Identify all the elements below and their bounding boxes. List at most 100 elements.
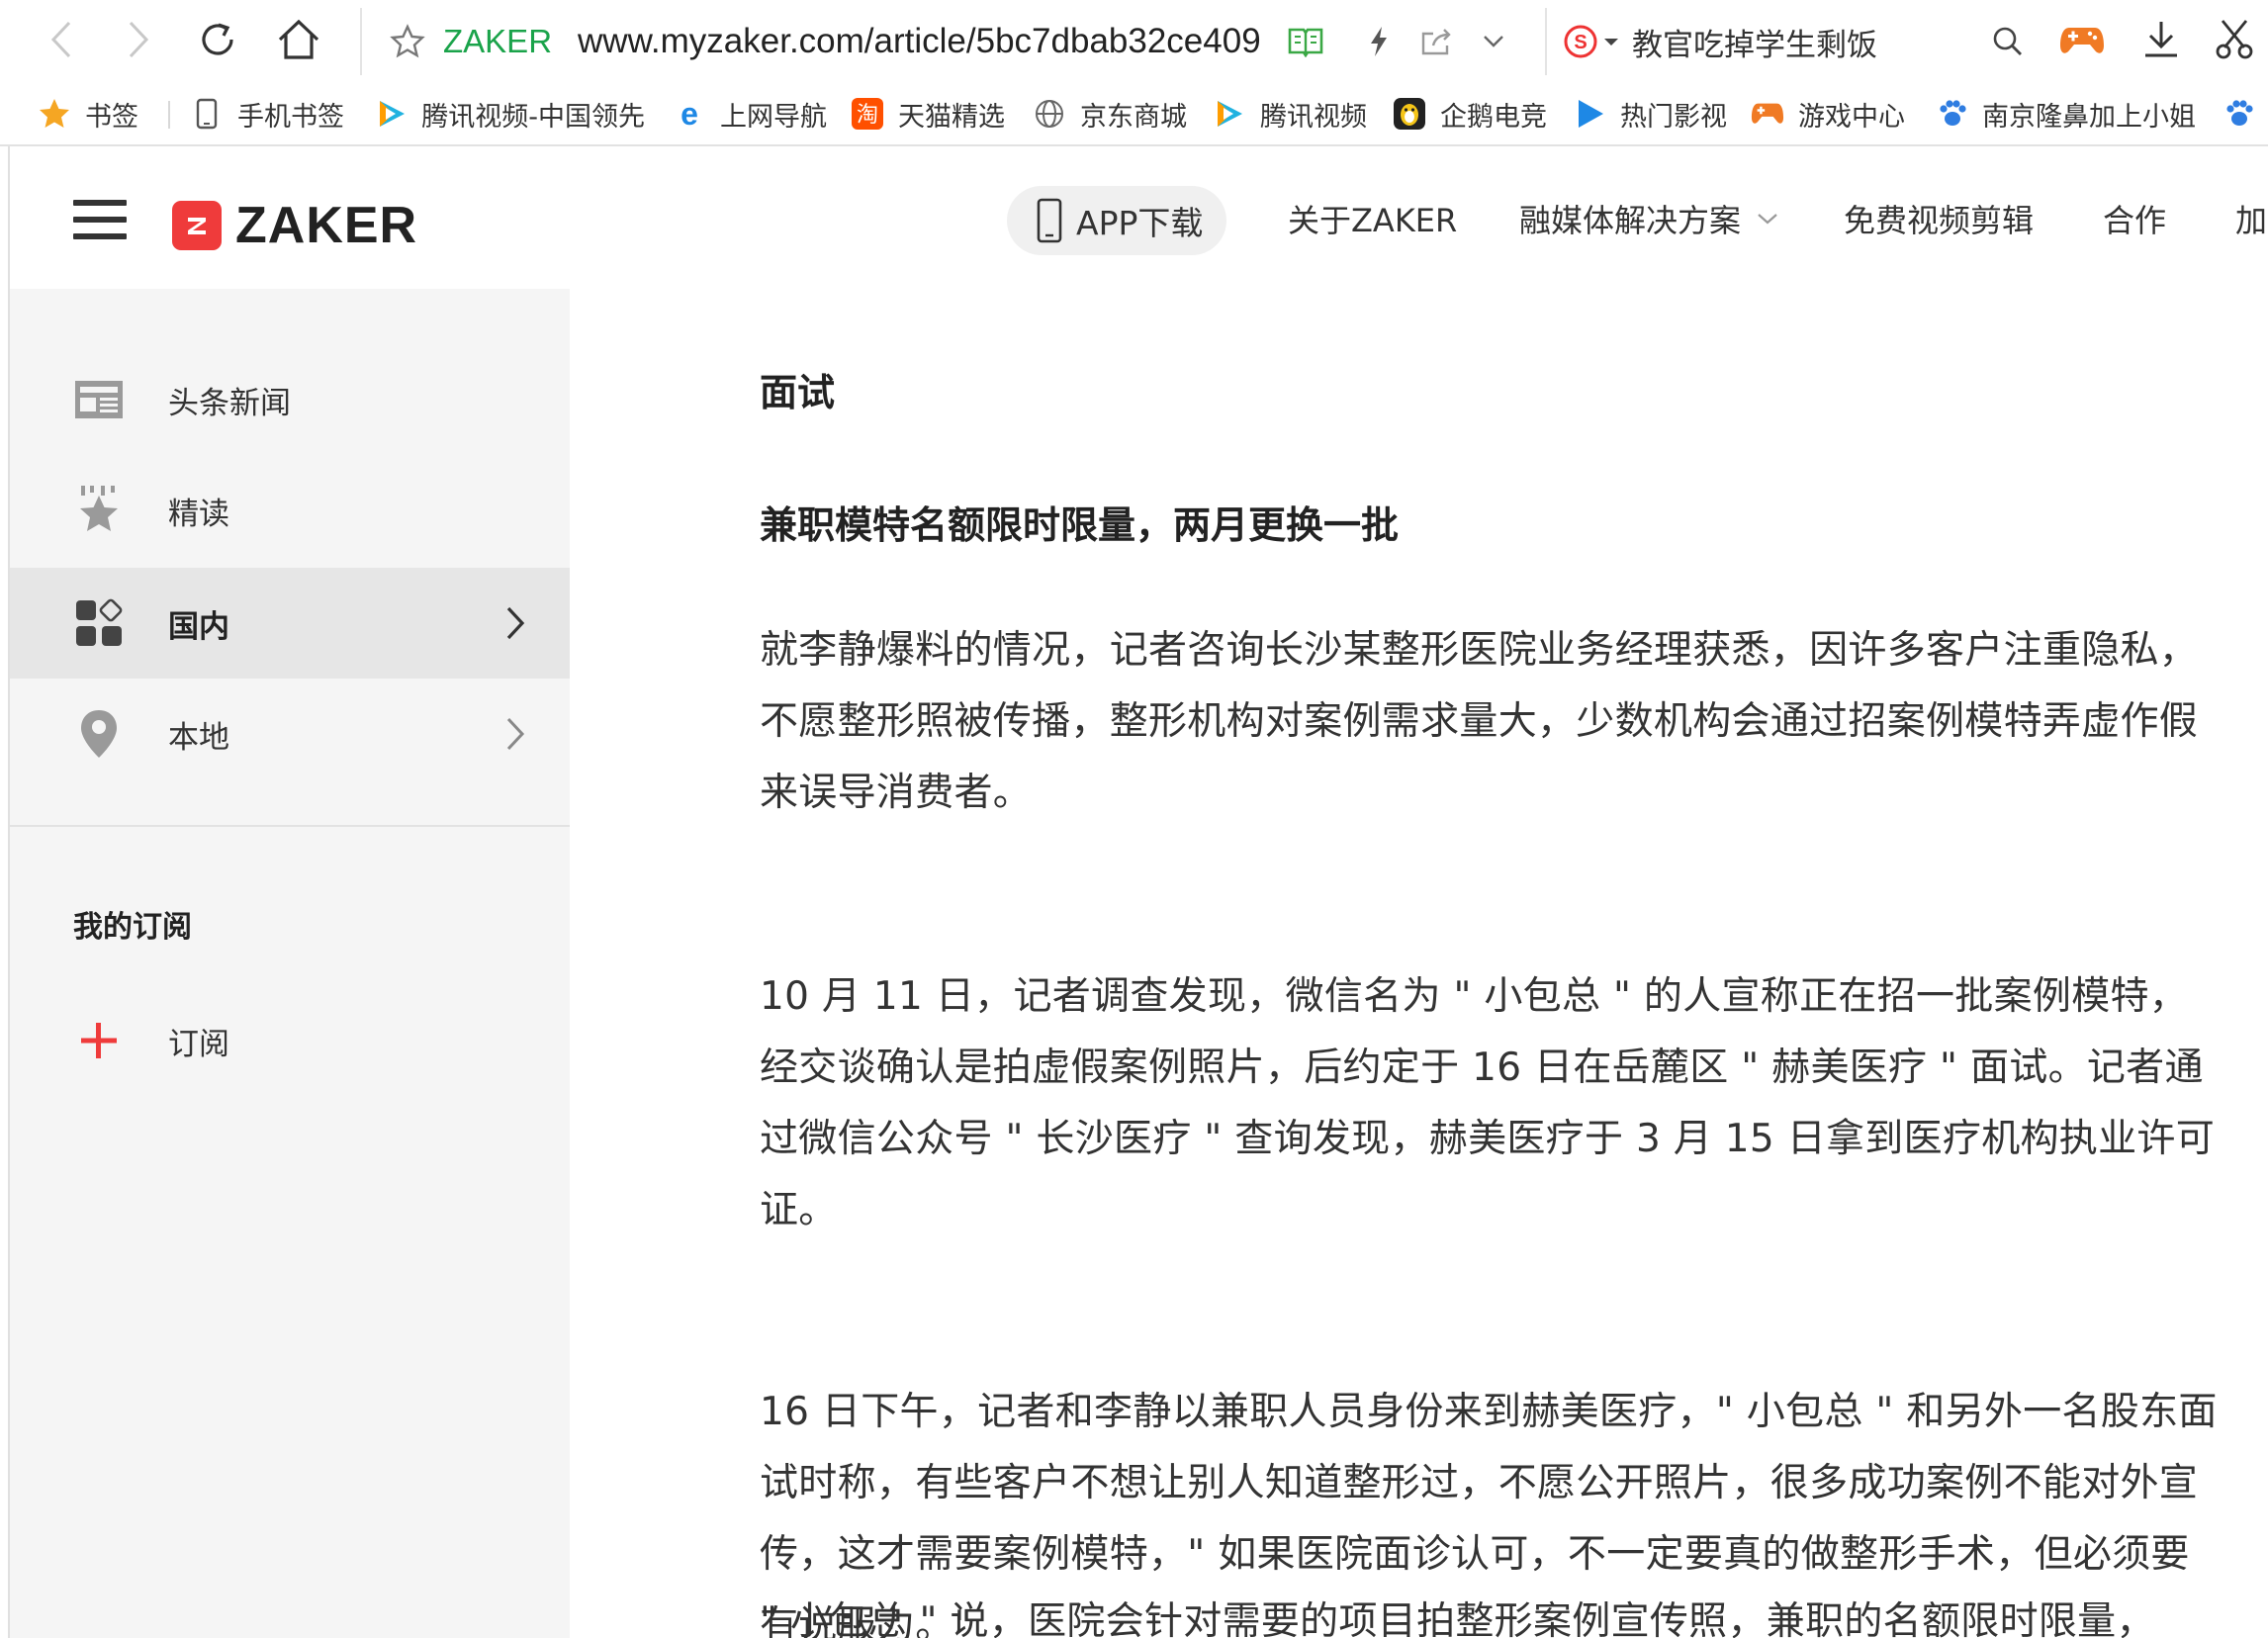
svg-text:淘: 淘	[857, 103, 878, 128]
subscribe-button[interactable]: 订阅	[10, 991, 570, 1090]
bookmarks-bar: 书签 手机书签 腾讯视频-中国领先 e 上网导航 淘 天猫精选 京东商城 腾讯视…	[0, 83, 2268, 146]
bookmark-item[interactable]: 书签	[38, 83, 138, 144]
star-badge-icon	[73, 485, 125, 536]
dropdown-chevron-icon[interactable]	[1474, 22, 1513, 61]
nav-video-label: 免费视频剪辑	[1844, 202, 2035, 239]
phone-icon	[190, 97, 224, 131]
nav-media-label: 融媒体解决方案	[1519, 202, 1742, 239]
bookmark-label: 京东商城	[1080, 101, 1187, 133]
favorite-star-icon[interactable]	[388, 22, 427, 61]
subscriptions-heading: 我的订阅	[73, 910, 192, 945]
search-icon[interactable]	[1988, 22, 2028, 61]
bookmark-label: 上网导航	[720, 101, 827, 133]
chevron-right-icon	[506, 717, 525, 751]
zaker-logo[interactable]: ZAKER	[172, 196, 417, 255]
category-grid-icon	[73, 597, 125, 649]
home-icon[interactable]	[273, 14, 324, 65]
sidebar-divider	[10, 825, 570, 827]
phone-icon	[1037, 198, 1062, 243]
newspaper-icon	[73, 374, 125, 425]
nav-join[interactable]: 加	[2235, 196, 2267, 241]
nav-video-editing[interactable]: 免费视频剪辑	[1844, 196, 2034, 241]
bookmark-item[interactable]: 企鹅电竞	[1393, 83, 1547, 144]
bookmark-item[interactable]: e 上网导航	[673, 83, 827, 144]
bookmark-item[interactable]: 腾讯视频	[1213, 83, 1367, 144]
logo-text: ZAKER	[235, 197, 418, 254]
zaker-logo-badge-icon	[172, 201, 222, 250]
taobao-icon: 淘	[851, 97, 884, 131]
nav-about[interactable]: 关于ZAKER	[1288, 196, 1457, 241]
bookmark-label: 书签	[85, 101, 138, 133]
bookmark-label: 天猫精选	[898, 101, 1005, 133]
address-bar[interactable]: ZAKER www.myzaker.com/article/5bc7dbab32…	[360, 8, 1527, 75]
forward-icon[interactable]	[117, 18, 160, 61]
nav-about-label: 关于ZAKER	[1288, 202, 1458, 239]
bookmark-label: 热门影视	[1620, 101, 1727, 133]
sidebar-item-label: 头条新闻	[168, 385, 291, 421]
reader-mode-icon[interactable]	[1286, 22, 1325, 61]
site-name: ZAKER	[443, 23, 553, 59]
globe-icon	[1033, 97, 1066, 131]
section-heading: 面试	[760, 371, 836, 414]
app-download-label: APP下载	[1076, 204, 1204, 242]
bookmark-item[interactable]: 腾讯视频-中国领先	[376, 83, 645, 144]
article-paragraph: 10 月 11 日，记者调查发现，微信名为 " 小包总 " 的人宣称正在招一批案…	[760, 974, 2215, 1232]
bookmark-label: 腾讯视频	[1260, 101, 1367, 133]
browser-toolbar: ZAKER www.myzaker.com/article/5bc7dbab32…	[0, 0, 2268, 83]
chevron-right-icon	[506, 606, 525, 640]
sidebar-item-local[interactable]: 本地	[10, 679, 570, 789]
bookmark-item[interactable]: 热门影视	[1573, 83, 1727, 144]
bookmark-label: 南京隆鼻加上小姐	[1982, 101, 2196, 133]
penguin-icon	[1393, 97, 1426, 131]
bookmark-item[interactable]: 游戏中心	[1751, 83, 1905, 144]
tencent-video-icon	[376, 97, 408, 131]
nav-join-label: 加	[2235, 202, 2268, 239]
lightning-icon[interactable]	[1359, 22, 1399, 61]
tencent-video-icon	[1213, 97, 1246, 131]
bookmark-item[interactable]: 手机书签	[190, 83, 344, 144]
star-icon	[38, 97, 71, 131]
bookmark-item[interactable]: 南京隆鼻加上小姐	[1935, 83, 2196, 144]
nav-cooperation[interactable]: 合作	[2103, 196, 2166, 241]
game-center-icon[interactable]	[2059, 18, 2105, 63]
paw-icon	[1935, 97, 1968, 131]
nav-media-solutions[interactable]: 融媒体解决方案	[1519, 196, 1778, 241]
gamepad-icon	[1751, 97, 1784, 131]
sidebar-item-label: 精读	[168, 496, 229, 532]
site-header: ZAKER APP下载 关于ZAKER 融媒体解决方案 免费视频剪辑 合作 加	[10, 148, 2268, 289]
app-download-button[interactable]: APP下载	[1007, 186, 1226, 255]
article-content: 面试 兼职模特名额限时限量，两月更换一批 就李静爆料的情况，记者咨询长沙某整形医…	[570, 289, 2268, 1638]
article-paragraph: " 小包总 " 说，医院会针对需要的项目拍整形案例宣传照，兼职的名额限时限量，	[760, 1599, 2155, 1638]
plus-icon	[73, 1015, 125, 1066]
paw-icon	[2222, 97, 2255, 131]
svg-text:e: e	[680, 98, 698, 130]
sidebar-item-domestic[interactable]: 国内	[10, 568, 570, 679]
download-icon[interactable]	[2138, 16, 2184, 61]
subheading: 兼职模特名额限时限量，两月更换一批	[760, 503, 1400, 547]
bookmark-label: 游戏中心	[1798, 101, 1905, 133]
url-text[interactable]: www.myzaker.com/article/5bc7dbab32ce4092	[578, 22, 1260, 61]
bookmark-label: 手机书签	[237, 101, 344, 133]
sidebar-item-featured[interactable]: 精读	[10, 455, 570, 566]
sidebar-item-headlines[interactable]: 头条新闻	[10, 344, 570, 455]
bookmark-label: 腾讯视频-中国领先	[421, 101, 645, 133]
ie-icon: e	[673, 97, 706, 131]
nav-coop-label: 合作	[2103, 202, 2167, 239]
bookmark-separator	[168, 101, 170, 129]
subscribe-label: 订阅	[168, 1026, 229, 1062]
search-query[interactable]: 教官吃掉学生剩饭	[1632, 20, 1877, 64]
sogou-search-engine-icon[interactable]: S	[1563, 22, 1622, 61]
bookmark-item[interactable]: 京东商城	[1033, 83, 1187, 144]
sidebar: 头条新闻 精读 国内 本地 我的订阅 订阅	[10, 289, 570, 1638]
search-box[interactable]: S 教官吃掉学生剩饭	[1545, 8, 2022, 75]
share-icon[interactable]	[1416, 22, 1456, 61]
back-icon[interactable]	[40, 18, 83, 61]
chevron-down-icon	[1758, 214, 1777, 225]
scissors-icon[interactable]	[2212, 16, 2257, 61]
reload-icon[interactable]	[194, 16, 241, 63]
bookmark-overflow[interactable]	[2222, 83, 2268, 144]
play-icon	[1573, 97, 1606, 131]
bookmark-label: 企鹅电竞	[1440, 101, 1547, 133]
bookmark-item[interactable]: 淘 天猫精选	[851, 83, 1005, 144]
menu-icon[interactable]	[73, 200, 127, 239]
